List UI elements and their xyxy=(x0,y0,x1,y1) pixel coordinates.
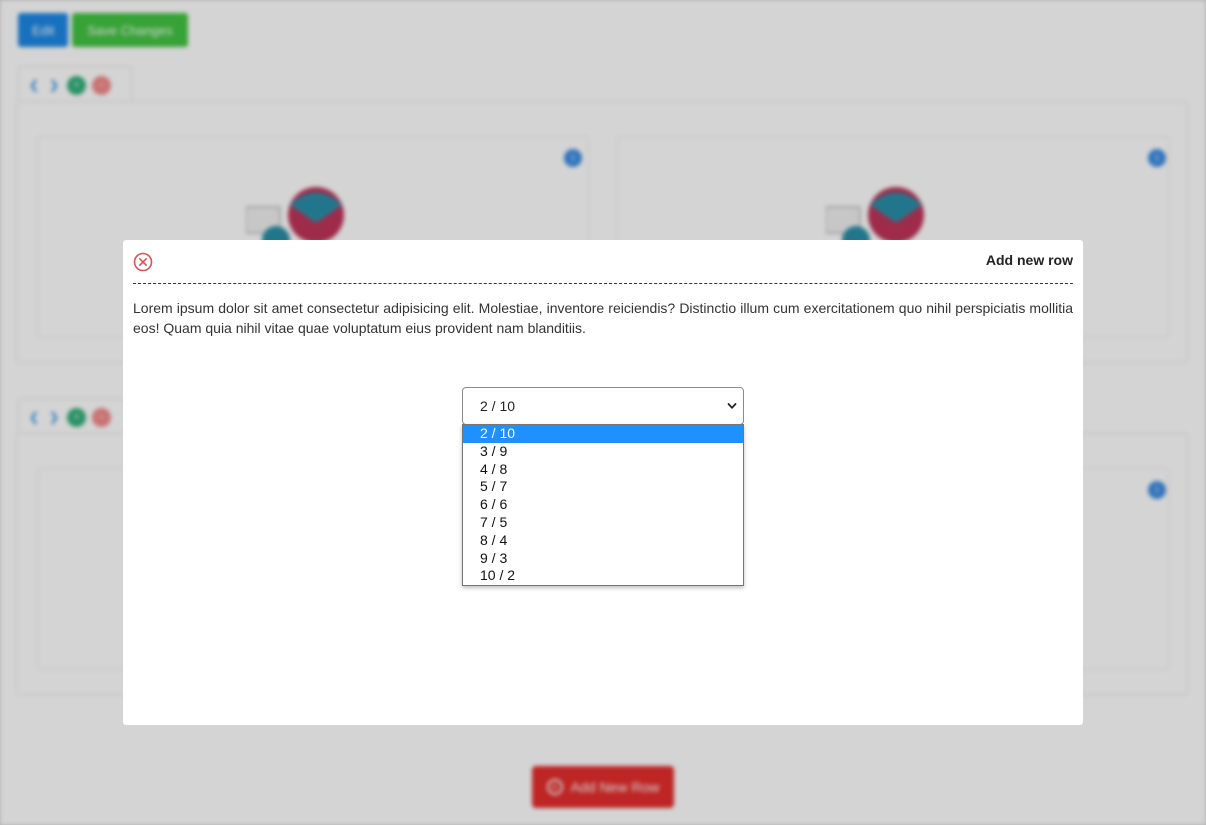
modal-description: Lorem ipsum dolor sit amet consectetur a… xyxy=(133,300,1073,336)
modal-header: Add new row xyxy=(133,240,1073,284)
column-ratio-select[interactable]: 2 / 10 2 / 10 3 / 9 4 / 8 5 / 7 6 / 6 7 … xyxy=(462,387,744,587)
modal-title: Add new row xyxy=(985,252,1073,268)
page: Edit Save Changes ❮ ❯ + − i i ❮ ❯ + − i … xyxy=(0,0,1206,825)
select-option[interactable]: 2 / 10 xyxy=(463,425,743,443)
select-option[interactable]: 8 / 4 xyxy=(463,532,743,550)
select-option[interactable]: 5 / 7 xyxy=(463,478,743,496)
select-option[interactable]: 10 / 2 xyxy=(463,567,743,585)
add-row-modal: Add new row Lorem ipsum dolor sit amet c… xyxy=(123,240,1083,725)
select-options-list: 2 / 10 3 / 9 4 / 8 5 / 7 6 / 6 7 / 5 8 /… xyxy=(462,424,744,587)
close-icon[interactable] xyxy=(133,252,153,272)
select-value-label: 2 / 10 xyxy=(480,398,516,414)
select-option[interactable]: 7 / 5 xyxy=(463,514,743,532)
select-option[interactable]: 9 / 3 xyxy=(463,550,743,568)
select-option[interactable]: 4 / 8 xyxy=(463,461,743,479)
chevron-down-icon xyxy=(727,403,737,409)
select-option[interactable]: 6 / 6 xyxy=(463,496,743,514)
select-option[interactable]: 3 / 9 xyxy=(463,443,743,461)
select-current-value[interactable]: 2 / 10 xyxy=(462,387,744,425)
